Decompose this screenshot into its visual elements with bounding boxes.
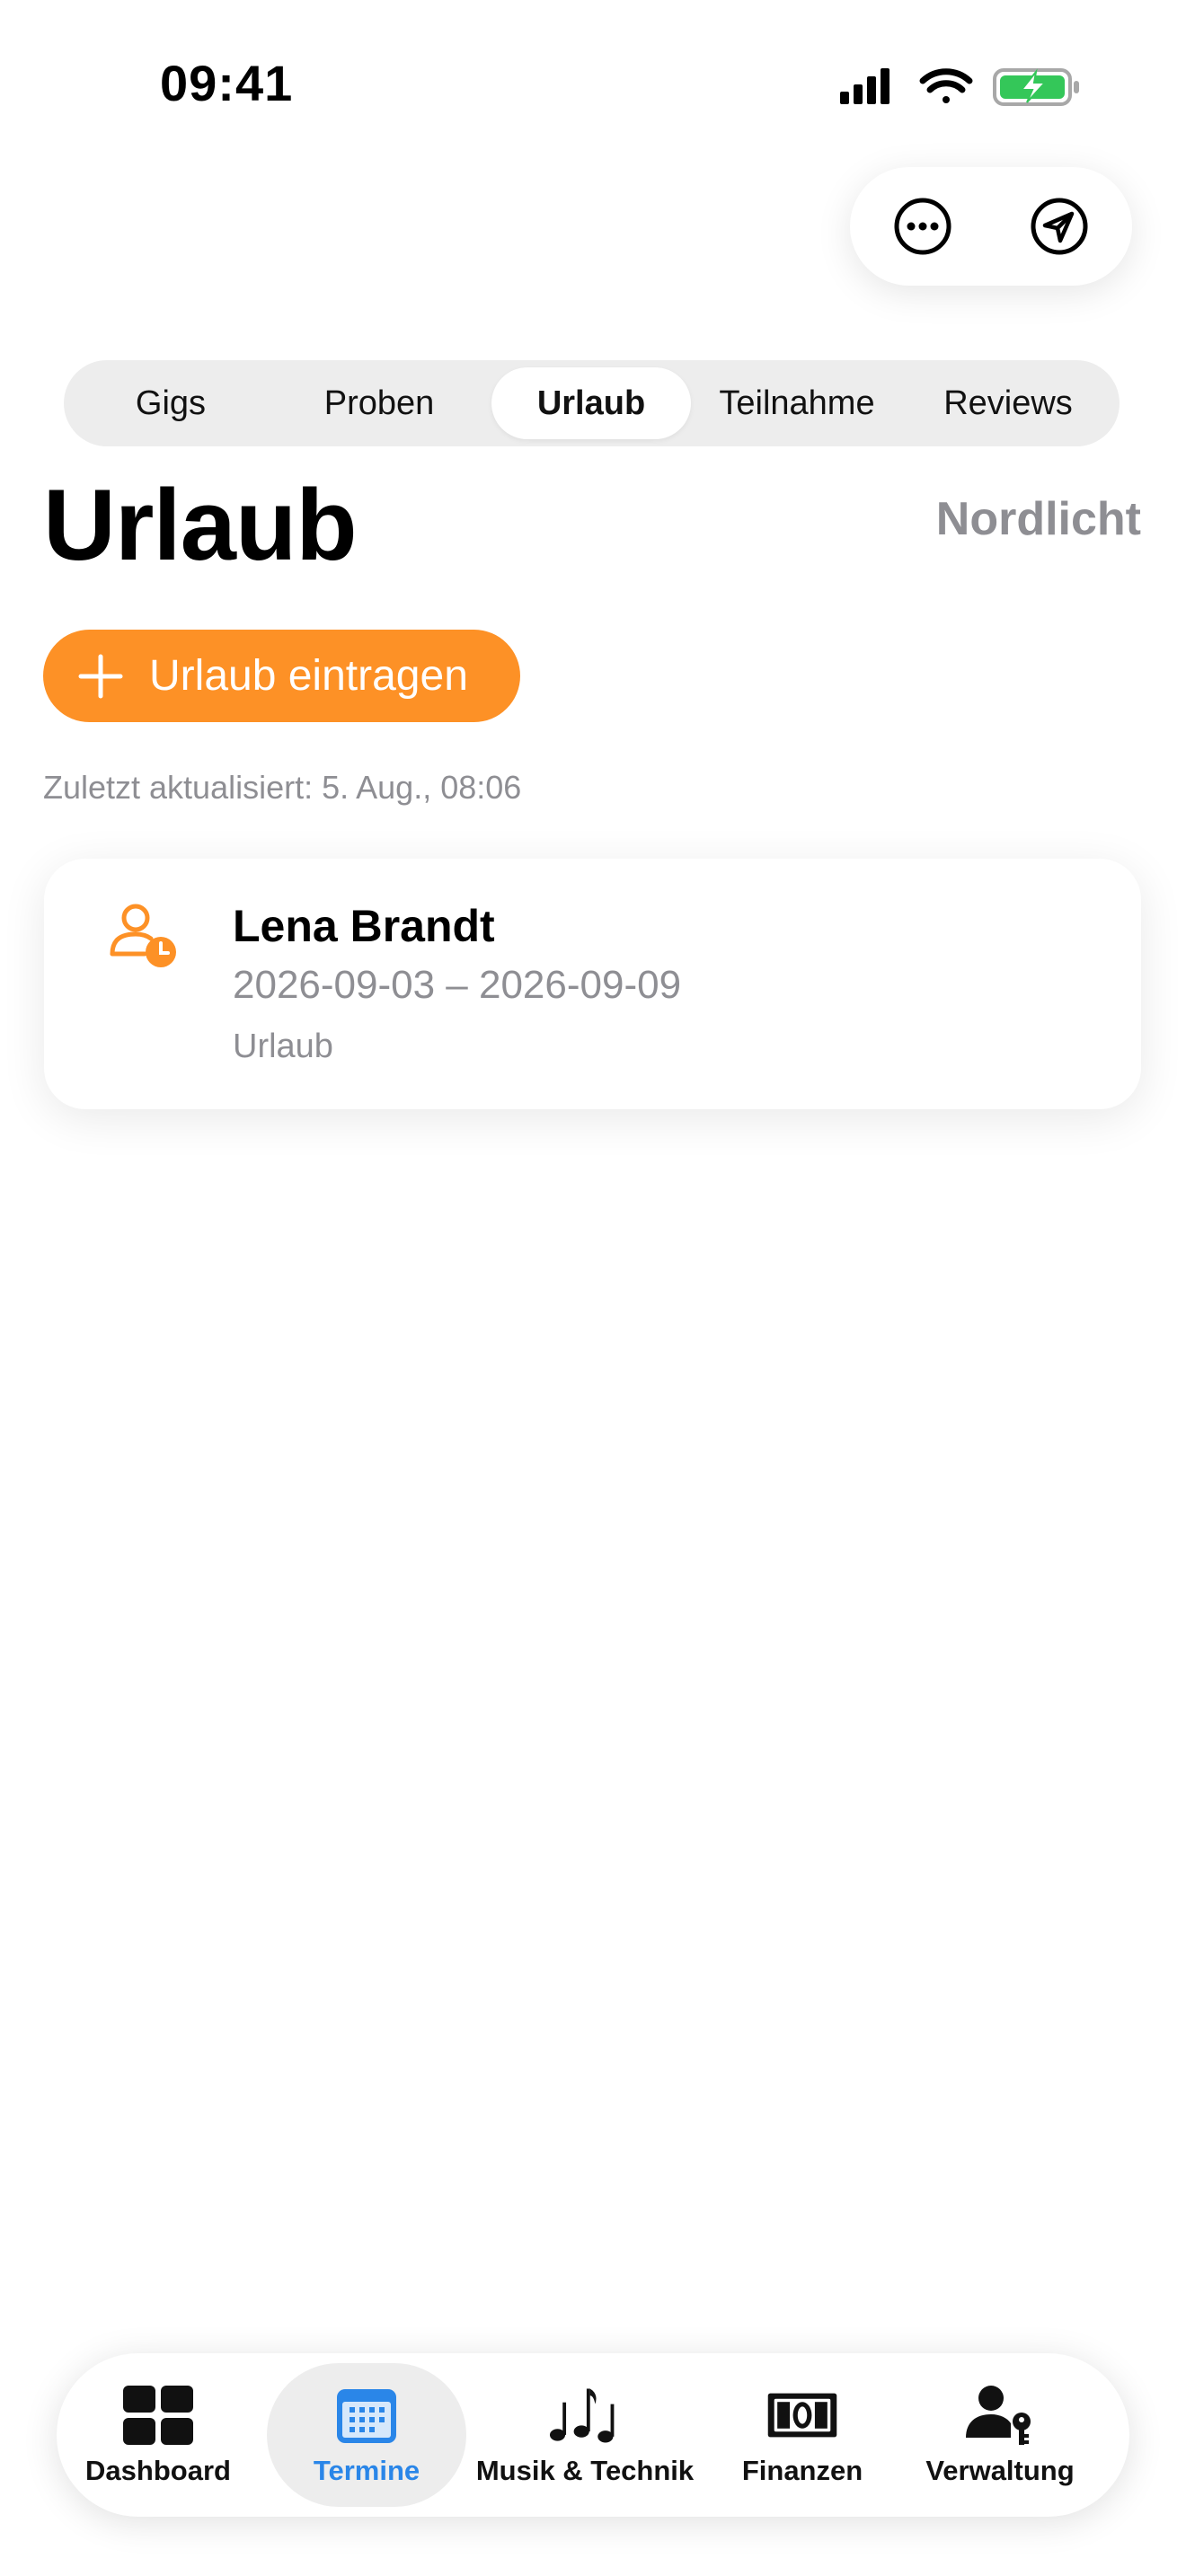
tab-musik-technik-label: Musik & Technik	[475, 2455, 695, 2486]
add-vacation-label: Urlaub eintragen	[149, 652, 468, 700]
page-title: Urlaub	[43, 469, 358, 581]
banknote-icon	[767, 2393, 837, 2438]
tab-verwaltung[interactable]: Verwaltung	[901, 2353, 1099, 2517]
person-clock-icon	[110, 904, 176, 967]
segment-gigs[interactable]: Gigs	[71, 367, 270, 439]
entry-name: Lena Brandt	[233, 901, 495, 951]
tab-verwaltung-label: Verwaltung	[925, 2455, 1075, 2486]
calendar-icon	[337, 2389, 396, 2443]
status-icons	[840, 68, 1079, 106]
segment-urlaub[interactable]: Urlaub	[491, 367, 691, 439]
tab-finanzen[interactable]: Finanzen	[704, 2353, 901, 2517]
person-key-icon	[966, 2386, 1031, 2445]
segmented-control: Gigs Proben Urlaub Teilnahme Reviews	[64, 360, 1120, 446]
tab-bar: Dashboard Termine Musik & Technik Finanz…	[57, 2353, 1129, 2517]
segment-teilnahme[interactable]: Teilnahme	[697, 367, 897, 439]
tab-finanzen-label: Finanzen	[741, 2455, 863, 2486]
location-arrow-icon	[1031, 198, 1088, 255]
battery-icon	[993, 68, 1079, 106]
more-button[interactable]	[887, 190, 959, 262]
music-notes-icon	[549, 2388, 615, 2443]
add-vacation-button[interactable]: Urlaub eintragen	[43, 630, 520, 722]
status-time: 09:41	[160, 55, 294, 111]
segment-reviews[interactable]: Reviews	[908, 367, 1108, 439]
band-name: Nordlicht	[935, 493, 1141, 545]
signal-icon	[840, 68, 890, 104]
plus-icon	[78, 654, 123, 698]
tab-dashboard-label: Dashboard	[85, 2455, 231, 2486]
last-updated: Zuletzt aktualisiert: 5. Aug., 08:06	[43, 769, 522, 806]
location-button[interactable]	[1023, 190, 1095, 262]
wifi-icon	[919, 68, 973, 103]
top-action-pill	[850, 167, 1132, 286]
entry-dates: 2026-09-03 – 2026-09-09	[233, 963, 682, 1007]
tab-termine[interactable]: Termine	[267, 2353, 466, 2517]
entry-type: Urlaub	[233, 1028, 333, 1065]
tab-musik-technik[interactable]: Musik & Technik	[475, 2353, 695, 2517]
vacation-card[interactable]: Lena Brandt 2026-09-03 – 2026-09-09 Urla…	[44, 859, 1141, 1109]
tab-dashboard[interactable]: Dashboard	[57, 2353, 260, 2517]
tab-termine-label: Termine	[313, 2455, 420, 2486]
dashboard-grid-icon	[123, 2386, 193, 2445]
ellipsis-circle-icon	[894, 198, 951, 255]
segment-proben[interactable]: Proben	[279, 367, 479, 439]
